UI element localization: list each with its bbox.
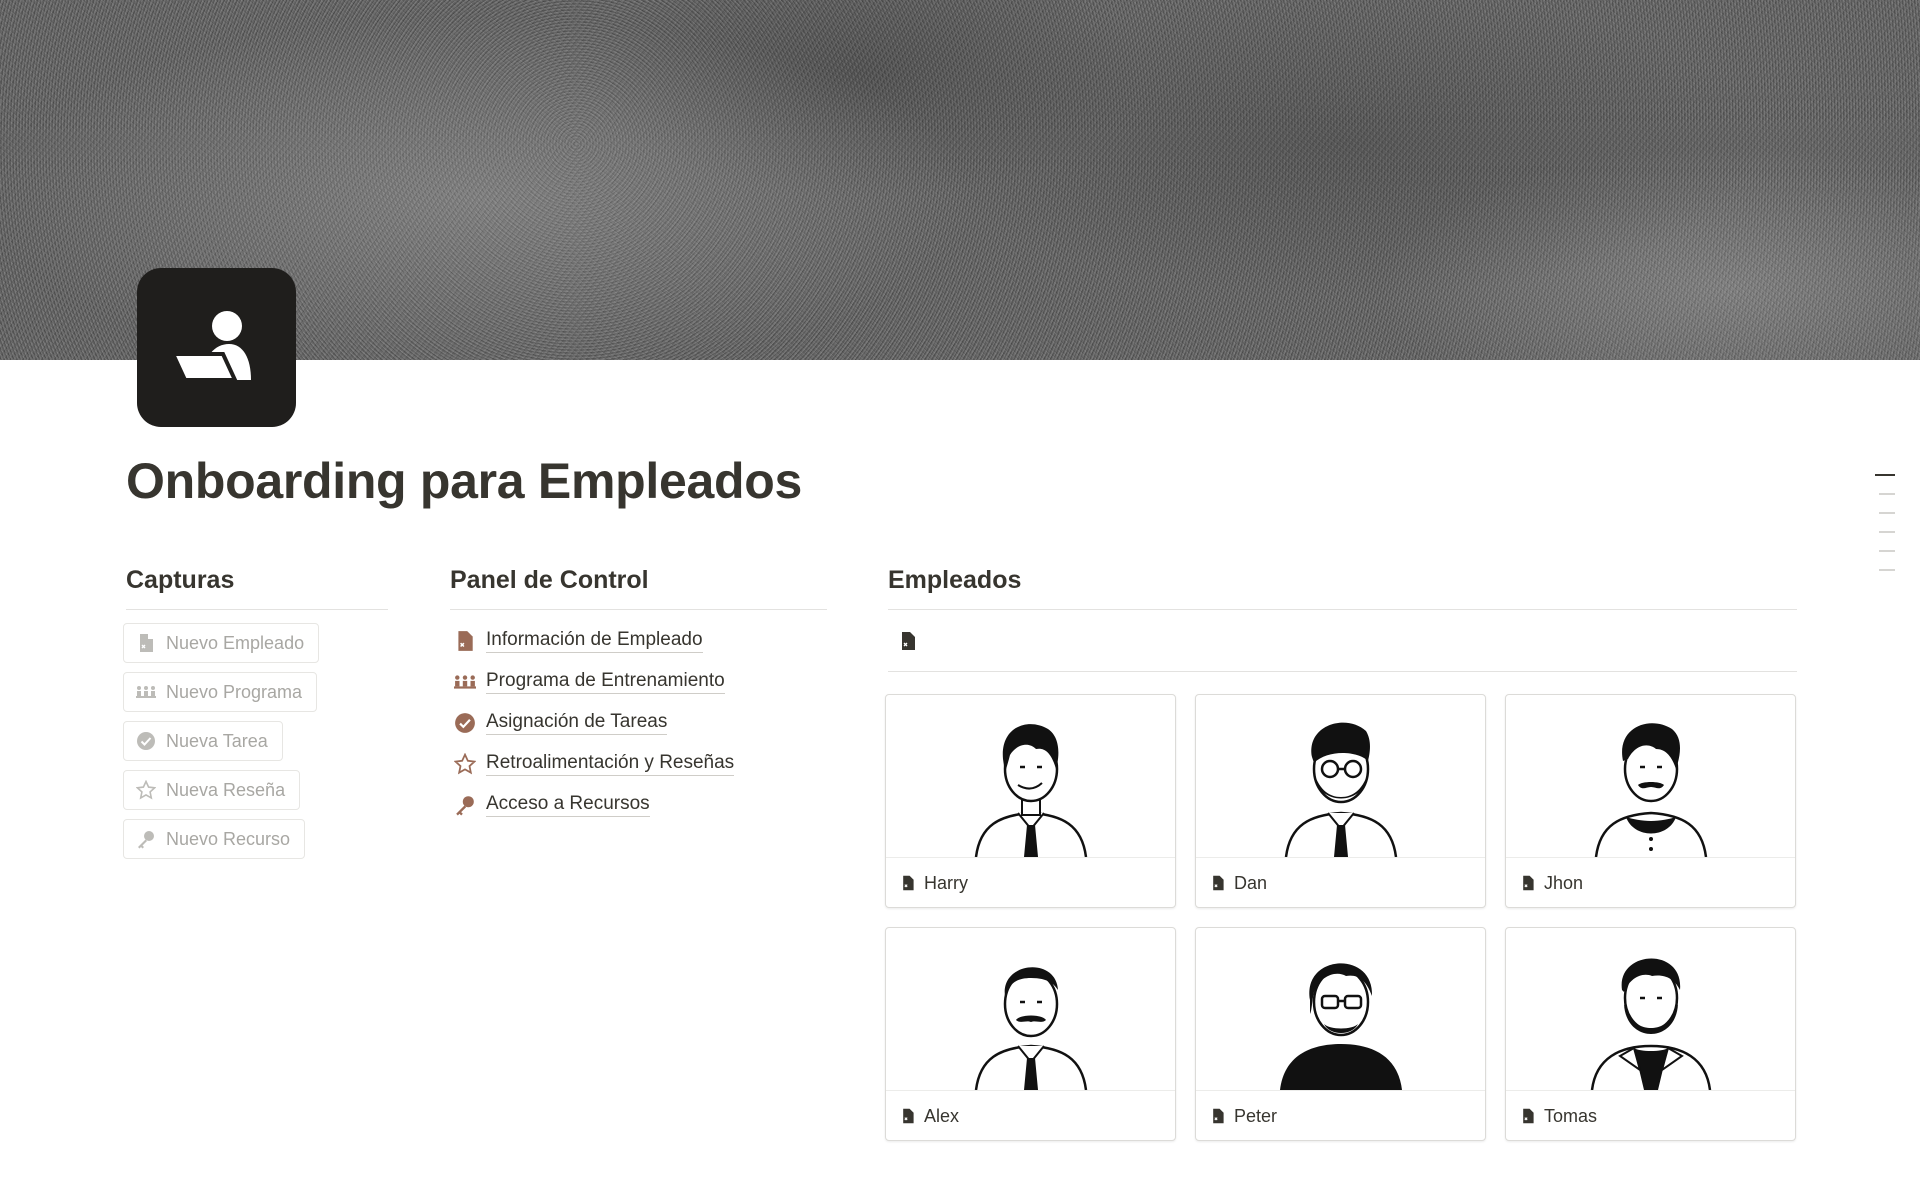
- link-label: Acceso a Recursos: [486, 792, 650, 817]
- toc-mark[interactable]: [1879, 493, 1895, 495]
- button-label: Nuevo Programa: [166, 681, 303, 702]
- link-label: Retroalimentación y Reseñas: [486, 751, 735, 776]
- star-icon: [454, 752, 476, 774]
- check-circle-icon: [137, 732, 155, 750]
- employee-card[interactable]: Tomas: [1505, 927, 1796, 1141]
- toc-mark[interactable]: [1879, 531, 1895, 533]
- employee-card[interactable]: Peter: [1195, 927, 1486, 1141]
- employee-card[interactable]: Alex: [885, 927, 1176, 1141]
- employee-card[interactable]: Dan: [1195, 694, 1486, 908]
- link-label: Asignación de Tareas: [486, 710, 668, 735]
- link-label: Programa de Entrenamiento: [486, 669, 725, 694]
- panel-heading: Panel de Control: [450, 566, 827, 610]
- toc-mark[interactable]: [1879, 569, 1895, 571]
- document-icon: [902, 631, 915, 650]
- toc-mark[interactable]: [1875, 474, 1895, 476]
- nuevo-recurso-button[interactable]: Nuevo Recurso: [123, 819, 306, 859]
- link-label: Información de Empleado: [486, 628, 703, 653]
- link-asignacion-tareas[interactable]: Asignación de Tareas: [450, 702, 827, 743]
- button-label: Nuevo Recurso: [166, 828, 291, 849]
- page-title: Onboarding para Empleados: [126, 453, 802, 509]
- button-label: Nuevo Empleado: [166, 632, 305, 653]
- card-cover: [1506, 928, 1795, 1091]
- gallery-view-tab[interactable]: [888, 610, 1797, 672]
- nueva-tarea-button[interactable]: Nueva Tarea: [123, 721, 283, 761]
- link-programa-entrenamiento[interactable]: Programa de Entrenamiento: [450, 661, 827, 702]
- employee-name: Dan: [1234, 872, 1268, 893]
- document-icon: [1213, 1108, 1224, 1124]
- capturas-heading: Capturas: [126, 566, 388, 610]
- link-retroalimentacion-resenas[interactable]: Retroalimentación y Reseñas: [450, 743, 827, 784]
- link-informacion-empleado[interactable]: Información de Empleado: [450, 620, 827, 661]
- empleados-section: Empleados Harry Dan Jhon Alex Peter Toma…: [885, 566, 1797, 1141]
- toc-mark[interactable]: [1879, 550, 1895, 552]
- toc-mark[interactable]: [1879, 512, 1895, 514]
- document-icon: [1213, 875, 1224, 891]
- card-cover: [886, 928, 1175, 1091]
- employee-gallery: Harry Dan Jhon Alex Peter Tomas: [885, 694, 1796, 1141]
- card-cover: [886, 695, 1175, 858]
- notion-page: Onboarding para Empleados Capturas Nuevo…: [0, 0, 1920, 1199]
- document-icon: [903, 875, 914, 891]
- button-label: Nueva Reseña: [166, 779, 286, 800]
- group-icon: [454, 674, 476, 689]
- bearded-jacket-avatar: [1590, 958, 1711, 1090]
- bearded-glasses-avatar: [1284, 722, 1397, 857]
- card-cover: [1506, 695, 1795, 858]
- link-acceso-recursos[interactable]: Acceso a Recursos: [450, 784, 827, 825]
- card-cover: [1196, 695, 1485, 858]
- capturas-section: Capturas Nuevo Empleado Nuevo Programa N…: [123, 566, 388, 868]
- employee-card[interactable]: Harry: [885, 694, 1176, 908]
- card-cover: [1196, 928, 1485, 1091]
- key-icon: [138, 831, 154, 849]
- glasses-tshirt-avatar: [1279, 963, 1402, 1090]
- employee-card[interactable]: Jhon: [1505, 694, 1796, 908]
- empleados-heading: Empleados: [888, 566, 1797, 610]
- employee-name: Alex: [924, 1105, 960, 1126]
- button-label: Nueva Tarea: [166, 730, 268, 751]
- document-icon: [903, 1108, 914, 1124]
- key-icon: [456, 795, 474, 815]
- mustache-tie-avatar: [974, 967, 1087, 1090]
- group-icon: [136, 686, 156, 698]
- document-icon: [1523, 1108, 1534, 1124]
- employee-name: Peter: [1234, 1105, 1278, 1126]
- person-at-laptop-icon: [169, 310, 251, 382]
- employee-name: Harry: [924, 872, 968, 893]
- page-icon[interactable]: [137, 268, 296, 427]
- document-icon: [1523, 875, 1534, 891]
- star-icon: [136, 780, 156, 800]
- nuevo-programa-button[interactable]: Nuevo Programa: [123, 672, 318, 712]
- check-circle-icon: [455, 712, 475, 733]
- man-tie-avatar: [974, 724, 1087, 857]
- mustache-collar-avatar: [1594, 723, 1707, 857]
- document-icon: [140, 634, 153, 652]
- panel-de-control-section: Panel de Control Información de Empleado…: [450, 566, 827, 825]
- table-of-contents[interactable]: [1875, 474, 1895, 588]
- nueva-resena-button[interactable]: Nueva Reseña: [123, 770, 301, 810]
- employee-name: Jhon: [1544, 872, 1584, 893]
- employee-name: Tomas: [1544, 1105, 1598, 1126]
- nuevo-empleado-button[interactable]: Nuevo Empleado: [123, 623, 320, 663]
- document-icon: [458, 630, 473, 651]
